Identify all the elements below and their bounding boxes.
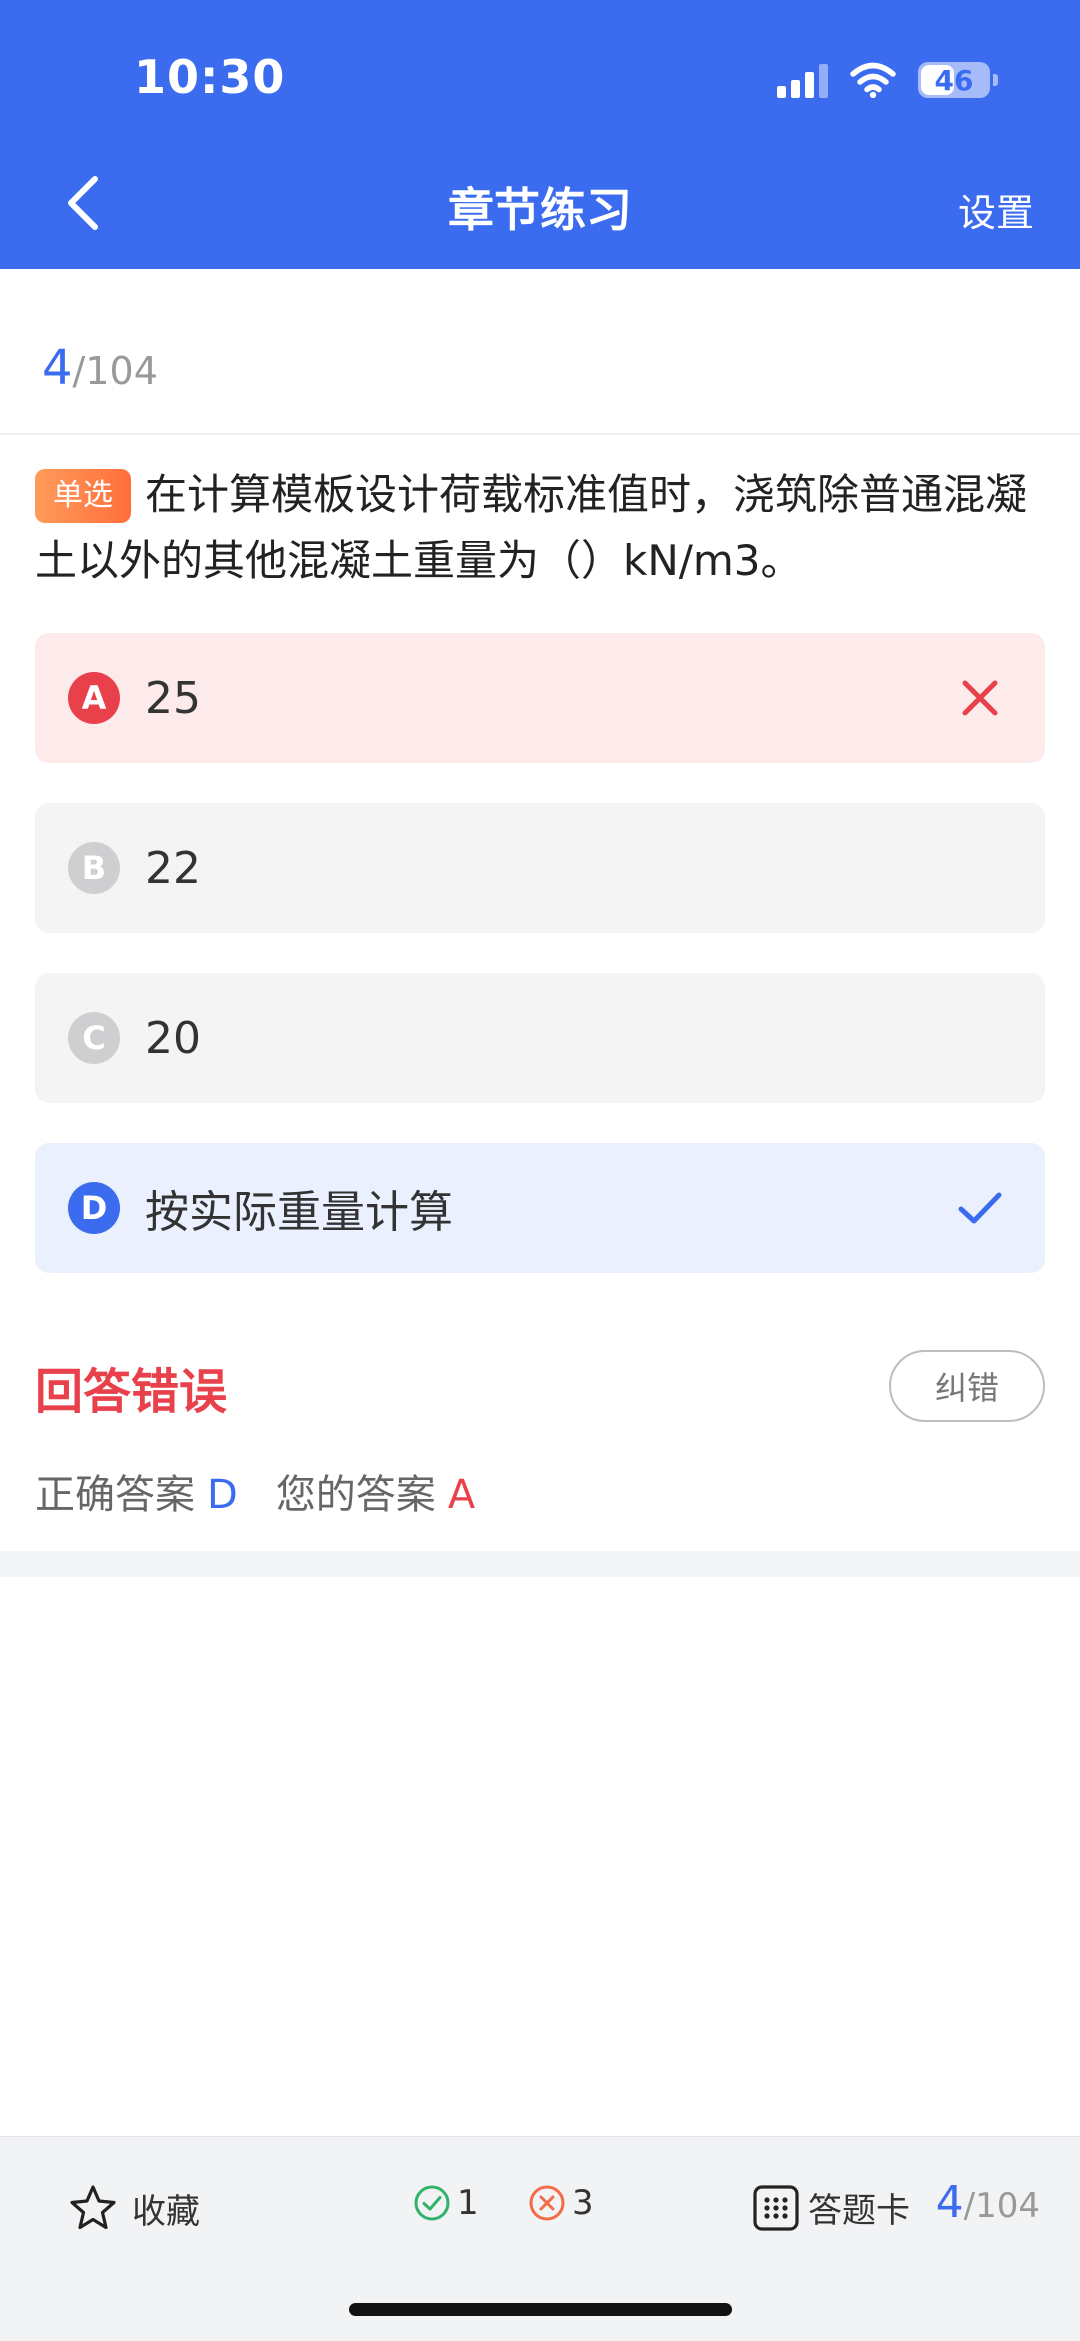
answer-card-button[interactable]: 答题卡 <box>752 2183 910 2232</box>
correct-check-icon <box>958 1192 1002 1224</box>
status-icons: 46 <box>777 58 998 102</box>
bottom-progress-current: 4 <box>935 2177 964 2228</box>
battery-level: 46 <box>934 63 974 97</box>
option-c[interactable]: C 20 <box>35 973 1045 1103</box>
option-text-d: 按实际重量计算 <box>145 1187 453 1238</box>
wrong-count: 3 <box>528 2183 594 2223</box>
bottom-progress: 4/104 <box>936 2177 1040 2228</box>
check-circle-icon <box>414 2185 450 2221</box>
result-title: 回答错误 <box>35 1364 228 1420</box>
option-b[interactable]: B 22 <box>35 803 1045 933</box>
option-letter-d: D <box>68 1182 120 1234</box>
wifi-icon <box>850 62 896 98</box>
grid-icon <box>753 2184 799 2231</box>
star-icon <box>70 2185 116 2230</box>
your-answer-label: 您的答案 <box>275 1472 436 1518</box>
battery-icon: 46 <box>918 62 998 98</box>
option-d[interactable]: D 按实际重量计算 <box>35 1143 1045 1273</box>
wrong-count-value: 3 <box>572 2183 594 2223</box>
answer-summary: 正确答案 D 您的答案 A <box>35 1462 475 1520</box>
favorite-label: 收藏 <box>132 2191 200 2232</box>
report-error-button[interactable]: 纠错 <box>889 1350 1045 1422</box>
correct-count: 1 <box>413 2183 479 2223</box>
wrong-x-icon <box>962 680 998 716</box>
option-letter-a: A <box>68 672 120 724</box>
divider <box>0 433 1080 435</box>
option-text-a: 25 <box>145 672 201 724</box>
option-letter-c: C <box>68 1012 120 1064</box>
header: 10:30 46 章节练习 设置 <box>0 0 1080 269</box>
question-progress: 4/104 <box>42 340 158 396</box>
option-text-b: 22 <box>145 842 201 894</box>
practice-page: 10:30 46 章节练习 设置 4/104 单选 在计算模板设计荷载标准值时，… <box>0 0 1080 2341</box>
option-letter-b: B <box>68 842 120 894</box>
progress-current: 4 <box>42 340 73 396</box>
answer-card-label: 答题卡 <box>808 2191 910 2231</box>
correct-answer-value: D <box>207 1472 238 1518</box>
page-title: 章节练习 <box>448 183 632 237</box>
bottom-progress-total: /104 <box>963 2186 1040 2226</box>
section-separator <box>0 1551 1080 1577</box>
home-indicator <box>349 2303 732 2316</box>
correct-answer-label: 正确答案 <box>35 1472 195 1518</box>
correct-count-value: 1 <box>457 2183 479 2223</box>
progress-total: /104 <box>72 349 158 393</box>
status-time: 10:30 <box>134 50 286 104</box>
favorite-button[interactable]: 收藏 <box>68 2183 200 2233</box>
cellular-signal-icon <box>777 62 828 98</box>
question-stem: 单选 在计算模板设计荷载标准值时，浇筑除普通混凝土以外的其他混凝土重量为（）kN/… <box>35 462 1045 594</box>
x-circle-icon <box>529 2185 565 2221</box>
settings-button[interactable]: 设置 <box>958 182 1034 237</box>
your-answer-value: A <box>447 1472 476 1518</box>
question-type-badge: 单选 <box>35 469 131 523</box>
option-a[interactable]: A 25 <box>35 633 1045 763</box>
option-text-c: 20 <box>145 1012 201 1064</box>
question-text: 在计算模板设计荷载标准值时，浇筑除普通混凝土以外的其他混凝土重量为（）kN/m3… <box>35 470 1028 585</box>
